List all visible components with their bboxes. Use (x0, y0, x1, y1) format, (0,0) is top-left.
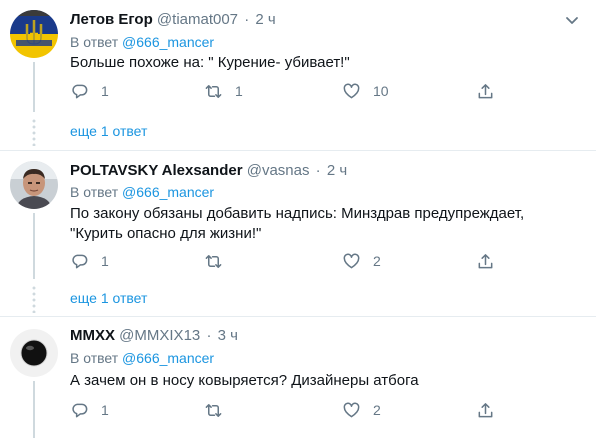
reply-count: 1 (101, 83, 109, 99)
reply-context: В ответ @666_mancer (70, 183, 214, 201)
reply-mention-link[interactable]: @666_mancer (122, 34, 214, 50)
like-icon (343, 253, 360, 268)
share-icon (478, 253, 493, 268)
separator-dot: · (244, 11, 250, 28)
author-name[interactable]: MMXX (70, 327, 115, 344)
like-icon (343, 83, 360, 98)
tweet-header: MMXX @MMXIX13 · 3 ч (70, 326, 238, 346)
reply-context: В ответ @666_mancer (70, 33, 214, 51)
reply-icon (72, 84, 88, 98)
reply-mention-link[interactable]: @666_mancer (122, 350, 214, 366)
author-handle[interactable]: @MMXIX13 (119, 327, 200, 344)
share-button[interactable] (476, 250, 495, 272)
thread-line (33, 62, 35, 112)
like-button[interactable]: 10 (342, 80, 389, 102)
retweet-icon (205, 84, 222, 98)
tweet-actions: 1 1 10 (70, 80, 510, 102)
like-count: 2 (373, 253, 381, 269)
thread-dots (32, 118, 36, 146)
like-count: 10 (373, 83, 389, 99)
tweet-text: А зачем он в носу ковыряется? Дизайнеры … (70, 372, 419, 389)
timestamp[interactable]: 3 ч (218, 327, 238, 344)
tweet-text: По закону обязаны добавить надпись: Минз… (70, 204, 580, 244)
separator-dot: · (315, 162, 321, 179)
tweet-header: POLTAVSKY Alexsander @vasnas · 2 ч (70, 161, 347, 181)
tweet-actions: 1 2 (70, 250, 510, 272)
tweet-menu-button[interactable] (564, 12, 580, 28)
like-count: 2 (373, 402, 381, 418)
tweet-text-line: "Курить опасно для жизни!" (70, 225, 262, 242)
more-replies-row[interactable]: еще 1 ответ (0, 281, 596, 317)
timestamp[interactable]: 2 ч (255, 11, 275, 28)
retweet-icon (205, 403, 222, 417)
avatar-mmxx[interactable] (10, 329, 58, 377)
like-icon (343, 402, 360, 417)
reply-button[interactable]: 1 (70, 399, 109, 421)
retweet-button[interactable] (204, 399, 235, 421)
like-button[interactable]: 2 (342, 399, 381, 421)
author-name[interactable]: Летов Егор (70, 11, 153, 28)
author-name[interactable]: POLTAVSKY Alexsander (70, 162, 243, 179)
author-handle[interactable]: @vasnas (247, 162, 310, 179)
avatar-poltavsky[interactable] (10, 161, 58, 209)
reply-count: 1 (101, 402, 109, 418)
tweet-text: Больше похоже на: " Курение- убивает!" (70, 54, 350, 71)
tweet-1[interactable]: Летов Егор @tiamat007 · 2 ч В ответ @666… (0, 0, 596, 150)
reply-icon (72, 403, 88, 417)
tweet-3[interactable]: MMXX @MMXIX13 · 3 ч В ответ @666_mancer … (0, 317, 596, 438)
reply-button[interactable]: 1 (70, 80, 109, 102)
reply-prefix: В ответ (70, 34, 119, 50)
like-button[interactable]: 2 (342, 250, 381, 272)
thread-dots (32, 285, 36, 313)
reply-button[interactable]: 1 (70, 250, 109, 272)
more-replies-row[interactable]: еще 1 ответ (0, 114, 596, 150)
share-button[interactable] (476, 399, 495, 421)
separator-dot: · (206, 327, 212, 344)
tweet-header: Летов Егор @tiamat007 · 2 ч (70, 10, 276, 30)
thread-line (33, 381, 35, 438)
thread-line (33, 213, 35, 279)
reply-icon (72, 254, 88, 268)
reply-prefix: В ответ (70, 350, 119, 366)
reply-prefix: В ответ (70, 184, 119, 200)
share-button[interactable] (476, 80, 495, 102)
tweet-2[interactable]: POLTAVSKY Alexsander @vasnas · 2 ч В отв… (0, 151, 596, 315)
more-replies-link[interactable]: еще 1 ответ (70, 290, 147, 306)
retweet-button[interactable]: 1 (204, 80, 243, 102)
retweet-button[interactable] (204, 250, 235, 272)
share-icon (478, 83, 493, 98)
avatar-letov[interactable] (10, 10, 58, 58)
timestamp[interactable]: 2 ч (327, 162, 347, 179)
chevron-down-icon (566, 17, 578, 24)
retweet-count: 1 (235, 83, 243, 99)
reply-context: В ответ @666_mancer (70, 349, 214, 367)
retweet-icon (205, 254, 222, 268)
reply-count: 1 (101, 253, 109, 269)
share-icon (478, 402, 493, 417)
reply-mention-link[interactable]: @666_mancer (122, 184, 214, 200)
tweet-text-line: По закону обязаны добавить надпись: Минз… (70, 205, 525, 222)
more-replies-link[interactable]: еще 1 ответ (70, 123, 147, 139)
author-handle[interactable]: @tiamat007 (157, 11, 238, 28)
tweet-actions: 1 2 (70, 399, 510, 421)
